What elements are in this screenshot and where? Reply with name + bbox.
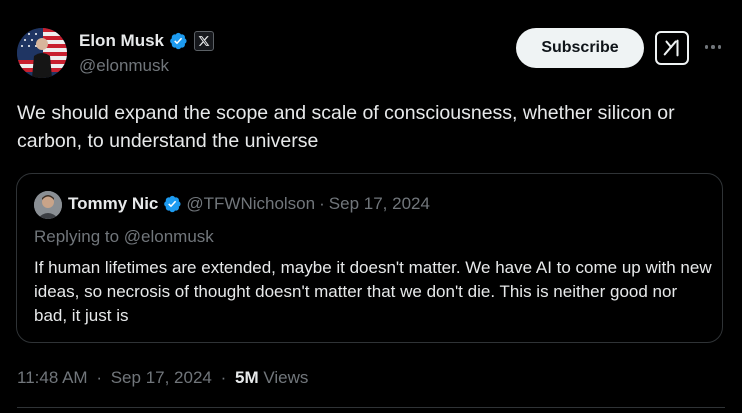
views-label: Views <box>263 368 309 387</box>
dot-icon <box>704 45 709 49</box>
author-avatar[interactable] <box>17 28 67 78</box>
meta-separator: · <box>220 368 227 387</box>
tweet-date[interactable]: Sep 17, 2024 <box>111 368 212 387</box>
tweet-text: We should expand the scope and scale of … <box>17 102 675 152</box>
subscribe-button[interactable]: Subscribe <box>516 28 644 68</box>
quoted-author-avatar[interactable] <box>34 191 62 219</box>
quoted-date[interactable]: Sep 17, 2024 <box>329 194 430 214</box>
dot-icon <box>711 45 715 49</box>
quoted-text: If human lifetimes are extended, maybe i… <box>34 258 712 325</box>
quoted-separator: · <box>319 194 325 213</box>
quoted-header: Tommy Nic @TFWNicholson · Sep 17, 2024 <box>68 194 430 214</box>
quoted-author-name[interactable]: Tommy Nic <box>68 194 158 214</box>
x-logo-icon[interactable] <box>194 31 215 51</box>
views-count: 5M <box>235 368 259 387</box>
tweet-meta: 11:48 AM · Sep 17, 2024 · 5M Views <box>17 368 308 388</box>
more-dots-icon[interactable] <box>702 37 724 57</box>
avatar-image <box>17 28 67 78</box>
author-handle[interactable]: @elonmusk <box>79 56 169 76</box>
dot-icon <box>717 45 722 49</box>
verified-badge-icon[interactable] <box>168 31 188 51</box>
quoted-avatar-image <box>34 191 62 219</box>
author-name[interactable]: Elon Musk <box>79 31 164 51</box>
grok-icon[interactable] <box>655 31 689 65</box>
quoted-replying-to: Replying to @elonmusk <box>34 227 214 246</box>
divider <box>17 407 725 408</box>
tweet-time[interactable]: 11:48 AM <box>17 368 88 387</box>
verified-badge-icon[interactable] <box>162 194 182 214</box>
quoted-tweet[interactable]: Tommy Nic @TFWNicholson · Sep 17, 2024 R… <box>16 173 723 343</box>
author-name-row: Elon Musk <box>79 30 215 52</box>
quoted-author-handle[interactable]: @TFWNicholson <box>186 194 315 214</box>
meta-separator: · <box>96 368 102 387</box>
